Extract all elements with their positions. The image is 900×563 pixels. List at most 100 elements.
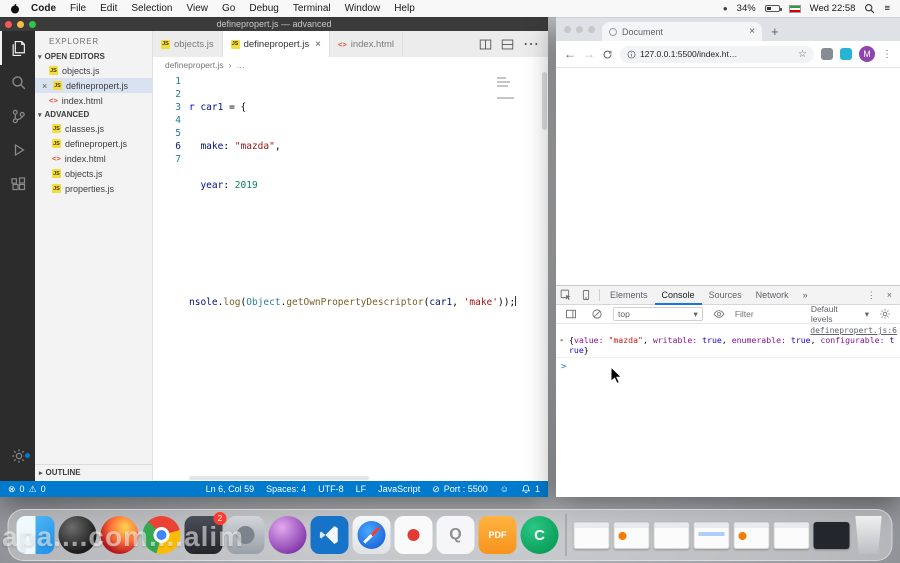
open-editors-header[interactable]: ▾ OPEN EDITORS bbox=[35, 50, 152, 63]
vertical-scrollbar[interactable] bbox=[542, 72, 547, 130]
reload-button[interactable] bbox=[602, 49, 613, 60]
close-icon[interactable]: × bbox=[42, 81, 49, 91]
menu-item-debug[interactable]: Debug bbox=[242, 3, 285, 14]
menu-item-view[interactable]: View bbox=[180, 3, 216, 14]
devtools-tab-elements[interactable]: Elements bbox=[603, 286, 655, 305]
file-objects-js[interactable]: JS objects.js bbox=[35, 166, 152, 181]
menu-clock[interactable]: Wed 22:58 bbox=[810, 3, 856, 14]
dock-quicktime-icon[interactable]: Q bbox=[436, 516, 475, 554]
browser-menu-icon[interactable]: ⋮ bbox=[882, 49, 892, 60]
profile-avatar[interactable]: M bbox=[859, 46, 875, 62]
minimize-window-button[interactable] bbox=[576, 26, 583, 33]
menu-app-name[interactable]: Code bbox=[24, 3, 63, 14]
spotlight-icon[interactable] bbox=[864, 3, 875, 14]
file-properties-js[interactable]: JS properties.js bbox=[35, 181, 152, 196]
devtools-tab-console[interactable]: Console bbox=[654, 286, 702, 305]
expand-arrow-icon[interactable]: ▸ bbox=[560, 336, 564, 344]
log-levels-select[interactable]: Default levels ▾ bbox=[811, 304, 869, 324]
menu-item-terminal[interactable]: Terminal bbox=[286, 3, 338, 14]
file-classes-js[interactable]: JS classes.js bbox=[35, 121, 152, 136]
dock-minimized-window[interactable] bbox=[693, 521, 730, 549]
chrome-window-controls[interactable] bbox=[564, 26, 595, 33]
dock-camera-app-icon[interactable] bbox=[226, 516, 265, 554]
battery-icon[interactable] bbox=[764, 5, 782, 12]
indentation-setting[interactable]: Spaces: 4 bbox=[266, 484, 306, 494]
source-control-icon[interactable] bbox=[0, 99, 35, 133]
dock-pdf-app-icon[interactable]: PDF bbox=[478, 516, 517, 554]
file-definepropert-js[interactable]: JS definepropert.js bbox=[35, 136, 152, 151]
console-log-entry[interactable]: ▸ definepropert.js:6 {value: "mazda", wr… bbox=[556, 324, 900, 358]
extensions-icon[interactable] bbox=[0, 167, 35, 201]
horizontal-scrollbar[interactable] bbox=[189, 476, 369, 480]
open-editor-index-html[interactable]: <> index.html bbox=[35, 93, 152, 108]
more-actions-icon[interactable]: ⋯ bbox=[523, 34, 539, 54]
dock-minimized-window[interactable] bbox=[773, 521, 810, 549]
menu-item-selection[interactable]: Selection bbox=[124, 3, 179, 14]
dock-minimized-window[interactable] bbox=[653, 521, 690, 549]
dock-minimized-window[interactable] bbox=[733, 521, 770, 549]
console-context-select[interactable]: top ▾ bbox=[613, 307, 703, 321]
eye-icon[interactable] bbox=[709, 308, 729, 320]
editor-layout-icon[interactable] bbox=[501, 38, 514, 51]
menu-item-go[interactable]: Go bbox=[215, 3, 242, 14]
dock-purple-app-icon[interactable] bbox=[268, 516, 307, 554]
explorer-icon[interactable] bbox=[0, 31, 35, 65]
dock-minimized-window[interactable] bbox=[613, 521, 650, 549]
dock-trash-icon[interactable] bbox=[855, 516, 882, 554]
dock-vscode-icon[interactable] bbox=[310, 516, 349, 554]
dock-firefox-icon[interactable] bbox=[100, 516, 139, 554]
input-language-flag-icon[interactable] bbox=[788, 4, 801, 13]
menu-item-help[interactable]: Help bbox=[387, 3, 422, 14]
device-toolbar-icon[interactable] bbox=[576, 289, 596, 301]
new-tab-button[interactable]: + bbox=[771, 25, 779, 38]
site-info-icon[interactable] bbox=[627, 50, 636, 59]
browser-extension-icon-1[interactable] bbox=[821, 48, 833, 60]
console-filter-input[interactable] bbox=[734, 309, 805, 319]
dock-camtasia-icon[interactable]: C bbox=[520, 516, 559, 554]
open-editor-objects-js[interactable]: JS objects.js bbox=[35, 63, 152, 78]
menu-item-file[interactable]: File bbox=[63, 3, 93, 14]
recording-indicator-icon[interactable]: ● bbox=[723, 4, 728, 13]
dock-terminal-window[interactable] bbox=[813, 521, 850, 549]
file-index-html[interactable]: <> index.html bbox=[35, 151, 152, 166]
devtools-menu-icon[interactable]: ⋮ bbox=[863, 290, 880, 301]
dock-white-app-icon[interactable] bbox=[394, 516, 433, 554]
devtools-more-tabs[interactable]: » bbox=[796, 286, 815, 305]
vscode-titlebar[interactable]: definepropert.js — advanced bbox=[0, 17, 548, 31]
inspect-element-icon[interactable] bbox=[556, 289, 576, 301]
dock-finder-icon[interactable] bbox=[16, 516, 55, 554]
apple-menu-icon[interactable] bbox=[10, 3, 24, 14]
console-output[interactable]: ▸ definepropert.js:6 {value: "mazda", wr… bbox=[556, 324, 900, 497]
close-tab-icon[interactable]: × bbox=[315, 39, 321, 50]
forward-button[interactable]: → bbox=[583, 48, 595, 60]
code-editor[interactable]: 1 2 3 4 5 6 7 r car1 = { make: "mazda", … bbox=[153, 72, 548, 481]
dock-chrome-icon[interactable] bbox=[142, 516, 181, 554]
folder-header-advanced[interactable]: ▾ ADVANCED bbox=[35, 108, 152, 121]
menu-item-window[interactable]: Window bbox=[338, 3, 388, 14]
zoom-window-button[interactable] bbox=[588, 26, 595, 33]
address-bar[interactable]: ☆ bbox=[620, 45, 814, 63]
menu-item-edit[interactable]: Edit bbox=[93, 3, 124, 14]
dock-badged-app-icon[interactable]: 2 bbox=[184, 512, 227, 554]
devtools-settings-gear-icon[interactable] bbox=[875, 308, 895, 320]
close-window-button[interactable] bbox=[564, 26, 571, 33]
minimap[interactable] bbox=[497, 75, 514, 101]
devtools-tab-network[interactable]: Network bbox=[749, 286, 796, 305]
feedback-smiley-icon[interactable]: ☺ bbox=[500, 484, 509, 494]
console-sidebar-icon[interactable] bbox=[561, 308, 581, 320]
tab-index-html[interactable]: <> index.html bbox=[330, 31, 404, 57]
eol-setting[interactable]: LF bbox=[356, 484, 367, 494]
devtools-close-icon[interactable]: × bbox=[883, 290, 896, 300]
notifications-bell[interactable]: 1 bbox=[521, 484, 540, 494]
debug-icon[interactable] bbox=[0, 133, 35, 167]
source-link[interactable]: definepropert.js:6 bbox=[810, 326, 897, 335]
url-input[interactable] bbox=[640, 49, 795, 59]
close-tab-icon[interactable]: × bbox=[749, 26, 755, 37]
encoding-setting[interactable]: UTF-8 bbox=[318, 484, 344, 494]
outline-section[interactable]: ▸ OUTLINE bbox=[35, 464, 152, 481]
dock-safari-icon[interactable] bbox=[352, 516, 391, 554]
browser-tab-document[interactable]: Document × bbox=[602, 22, 762, 41]
dock-minimized-window[interactable] bbox=[573, 521, 610, 549]
breadcrumb[interactable]: definepropert.js › … bbox=[153, 57, 548, 72]
notification-center-icon[interactable]: ≡ bbox=[884, 3, 890, 14]
